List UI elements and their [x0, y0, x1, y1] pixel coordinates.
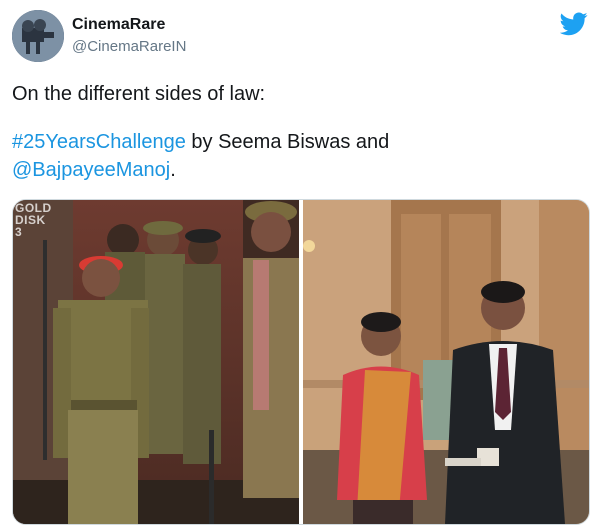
tweet-middle-text: by Seema Biswas and: [185, 131, 390, 153]
media-photo-left[interactable]: GOLD DISK 3: [13, 200, 299, 524]
tweet-end-text: .: [170, 159, 176, 181]
author-handle[interactable]: @CinemaRareIN: [72, 38, 186, 55]
tweet-line-1: On the different sides of law:: [12, 83, 266, 105]
hashtag-link[interactable]: #25YearsChallenge: [12, 131, 186, 153]
media-photo-right[interactable]: [303, 200, 589, 524]
tweet-line-2: #25YearsChallenge by Seema Biswas and: [12, 128, 582, 156]
tweet-line-3: @BajpayeeManoj.: [12, 156, 582, 184]
twitter-bird-icon[interactable]: [559, 12, 588, 36]
mention-link[interactable]: @BajpayeeManoj: [12, 159, 170, 181]
tweet-text: On the different sides of law: #25YearsC…: [12, 80, 582, 184]
tweet-card: CinemaRare @CinemaRareIN On the differen…: [0, 0, 600, 528]
tweet-media: GOLD DISK 3: [12, 199, 590, 525]
author-name[interactable]: CinemaRare: [72, 16, 165, 34]
media-watermark: GOLD DISK 3: [15, 201, 52, 239]
avatar[interactable]: [12, 10, 64, 62]
